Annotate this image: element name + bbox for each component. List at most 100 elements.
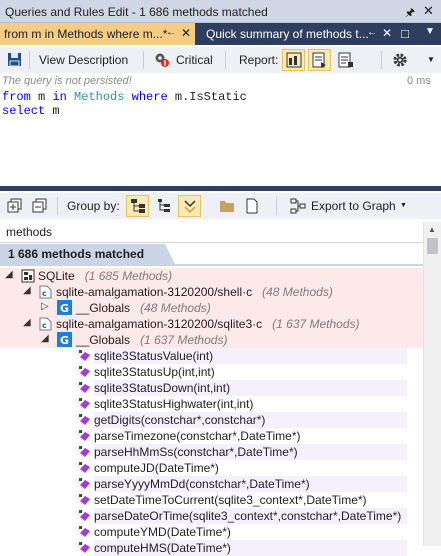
method-label: parseYyyyMmDd(constchar*,DateTime*): [94, 477, 310, 491]
report-icon: [286, 52, 302, 68]
tree-node-shell-c[interactable]: ◢ c sqlite-amalgamation-3120200/shell·c …: [0, 284, 423, 300]
scrollbar-thumb[interactable]: [427, 238, 438, 254]
method-row[interactable]: sqlite3StatusDown(int,int): [0, 380, 423, 396]
vertical-scrollbar[interactable]: ▲: [423, 222, 441, 546]
view-description-button[interactable]: View Description: [39, 53, 128, 67]
expand-all-icon[interactable]: [7, 198, 22, 213]
code-text: m: [45, 104, 60, 118]
report-export-icon[interactable]: [338, 52, 354, 68]
toolbar-divider: [57, 197, 58, 215]
pin-icon[interactable]: 🖈: [405, 4, 415, 23]
export-graph-icon[interactable]: [290, 198, 306, 214]
method-icon: [79, 510, 90, 521]
results-divider: [0, 264, 425, 266]
pin-icon[interactable]: ←: [367, 27, 377, 38]
toolbar-overflow-icon[interactable]: ▼: [427, 55, 435, 64]
code-type: Methods: [74, 90, 125, 104]
method-row[interactable]: parseDateOrTime(sqlite3_context*,constch…: [0, 508, 423, 524]
method-label: parseDateOrTime(sqlite3_context*,constch…: [94, 509, 402, 523]
method-row[interactable]: computeHMS(DateTime*): [0, 540, 423, 556]
group-by-dependency-button[interactable]: [178, 195, 201, 217]
chevron-down-icon[interactable]: ▼: [400, 202, 407, 209]
code-keyword: where: [131, 90, 168, 104]
critical-button[interactable]: Critical: [176, 53, 213, 67]
tab-quick-summary[interactable]: Quick summary of methods t... ← ✕: [201, 23, 394, 45]
tree-node-count: (1 637 Methods): [272, 317, 360, 331]
method-row[interactable]: parseYyyyMmDd(constchar*,DateTime*): [0, 476, 423, 492]
collapse-icon[interactable]: ◢: [5, 269, 13, 280]
group-by-tree-button[interactable]: [126, 195, 149, 217]
pin-icon[interactable]: ←: [166, 27, 176, 38]
query-time: 0 ms: [407, 75, 431, 87]
query-editor[interactable]: from m in Methods where m.IsStatic selec…: [2, 90, 247, 118]
group-by-label: Group by:: [67, 199, 120, 213]
svg-text:c: c: [42, 321, 47, 330]
page-icon[interactable]: [245, 198, 259, 214]
method-row[interactable]: sqlite3StatusHighwater(int,int): [0, 396, 423, 412]
report-grid-button[interactable]: [282, 49, 305, 71]
report-label: Report:: [239, 53, 279, 67]
critical-icon[interactable]: [154, 52, 170, 68]
results-toolbar: Group by: Export to Graph ▼: [0, 193, 441, 219]
tree-node-count: (1 637 Methods): [140, 333, 228, 347]
method-row[interactable]: parseHhMmSs(constchar*,DateTime*): [0, 444, 423, 460]
collapse-icon[interactable]: ◢: [41, 333, 49, 344]
new-tab-icon[interactable]: □: [401, 26, 409, 41]
tree-node-globals-sqlite3[interactable]: ◢ G __Globals (1 637 Methods): [0, 332, 423, 348]
tab-query-label: from m in Methods where m...*: [4, 27, 168, 41]
method-label: computeJD(DateTime*): [94, 461, 219, 475]
method-row[interactable]: computeYMD(DateTime*): [0, 524, 423, 540]
scroll-up-icon[interactable]: ▲: [428, 225, 436, 234]
method-row[interactable]: computeJD(DateTime*): [0, 460, 423, 476]
svg-text:G: G: [60, 302, 69, 315]
method-label: sqlite3StatusHighwater(int,int): [94, 397, 254, 411]
toolbar-divider: [381, 51, 382, 69]
tree-node-count: (48 Methods): [262, 285, 333, 299]
method-row[interactable]: parseTimezone(constchar*,DateTime*): [0, 428, 423, 444]
method-icon: [79, 526, 90, 537]
tree-node-label: sqlite-amalgamation-3120200/sqlite3·c: [56, 317, 263, 331]
c-file-icon: c: [39, 285, 52, 299]
tree-node-globals-shell[interactable]: ▷ G __Globals (48 Methods): [0, 300, 423, 316]
collapse-icon[interactable]: ◢: [23, 285, 31, 296]
method-label: sqlite3StatusUp(int,int): [94, 365, 215, 379]
save-icon[interactable]: [7, 52, 22, 67]
method-icon: [79, 542, 90, 553]
expand-icon[interactable]: ▷: [41, 301, 49, 312]
not-persisted-warning: The query is not persisted!: [2, 75, 132, 87]
globals-icon: G: [57, 300, 72, 315]
folder-icon[interactable]: [219, 199, 235, 213]
method-row[interactable]: sqlite3StatusUp(int,int): [0, 364, 423, 380]
close-icon[interactable]: ✕: [423, 3, 434, 19]
tab-quick-summary-label: Quick summary of methods t...: [206, 27, 369, 41]
method-row[interactable]: sqlite3StatusValue(int): [0, 348, 423, 364]
code-keyword: from: [2, 90, 31, 104]
collapse-all-icon[interactable]: [32, 198, 47, 213]
tab-dropdown-icon[interactable]: ▼: [425, 26, 435, 37]
hierarchy-icon[interactable]: [156, 198, 172, 214]
collapse-icon[interactable]: ◢: [23, 317, 31, 328]
c-file-icon: c: [39, 317, 52, 331]
export-to-graph-button[interactable]: Export to Graph: [311, 199, 396, 213]
tree-node-sqlite[interactable]: ◢ SQLite (1 685 Methods): [0, 268, 423, 284]
method-icon: [79, 462, 90, 473]
panel-splitter[interactable]: [0, 186, 441, 191]
close-icon[interactable]: ✕: [181, 26, 191, 40]
method-label: computeYMD(DateTime*): [94, 525, 231, 539]
svg-text:c: c: [42, 289, 47, 298]
close-icon[interactable]: ✕: [382, 26, 392, 40]
tab-query[interactable]: from m in Methods where m...* ← ✕: [0, 23, 195, 45]
code-keyword: select: [2, 104, 46, 118]
method-row[interactable]: setDateTimeToCurrent(sqlite3_context*,Da…: [0, 492, 423, 508]
gear-icon[interactable]: [392, 52, 408, 68]
method-row[interactable]: getDigits(constchar*,constchar*): [0, 412, 423, 428]
results-count-badge: 1 686 methods matched: [0, 244, 165, 264]
method-icon: [79, 446, 90, 457]
search-input[interactable]: methods: [0, 222, 425, 243]
toolbar-divider: [225, 51, 226, 69]
method-label: parseHhMmSs(constchar*,DateTime*): [94, 445, 298, 459]
method-label: parseTimezone(constchar*,DateTime*): [94, 429, 301, 443]
window-title: Queries and Rules Edit - 1 686 methods m…: [5, 5, 268, 19]
tree-node-sqlite3-c[interactable]: ◢ c sqlite-amalgamation-3120200/sqlite3·…: [0, 316, 423, 332]
report-list-button[interactable]: [308, 49, 331, 71]
